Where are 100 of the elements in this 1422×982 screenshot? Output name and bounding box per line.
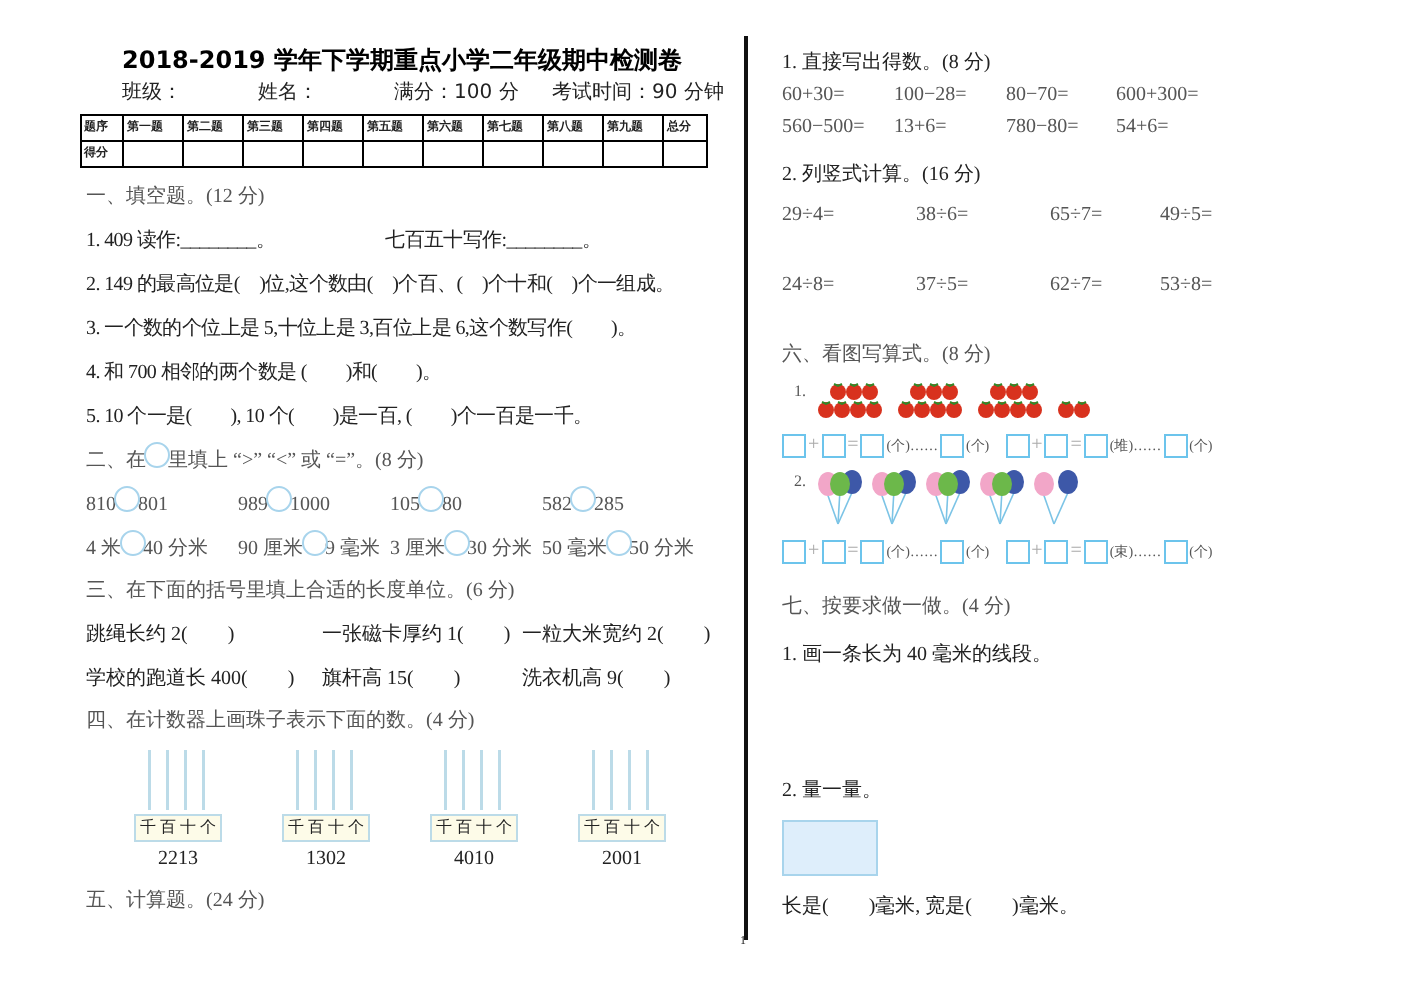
compare-value: 50 分米 [629,537,694,561]
answer-box [1044,434,1069,458]
question-text: 2. 149 的最高位是( )位,这个数由( )个百、( )个十和( )个一组成。 [86,274,675,298]
table-cell [243,141,304,167]
question-text: 2. 量一量。 [782,780,884,804]
plus-sign: + [1031,434,1043,458]
table-cell [363,141,424,167]
compare-value: 50 毫米 [542,537,607,561]
plus-sign: + [1031,540,1043,564]
abacus-rods-drawing [148,750,208,810]
equals-sign: = [1070,434,1082,458]
compare-circle [605,530,631,556]
answer-box [1163,540,1188,564]
compare-value: 80 [442,493,462,517]
place-label: 个 [348,816,364,840]
place-label: 十 [624,816,640,840]
place-label: 千 [288,816,304,840]
place-label: 个 [496,816,512,840]
answer-box [1083,434,1108,458]
calc-expression: 24÷8= [782,274,837,298]
calc-expression: 38÷6= [916,204,971,228]
section-heading: 五、计算题。(24 分) [86,890,267,914]
rectangle-drawing [782,820,878,876]
info-label: 班级： [122,82,184,106]
calc-expression: 780−80= [1006,116,1081,140]
answer-box [860,540,885,564]
place-label: 十 [180,816,196,840]
calc-expression: 49÷5= [1160,204,1215,228]
place-label: 千 [140,816,156,840]
compare-value: 105 [390,493,420,517]
answer-box [939,434,964,458]
answer-box [860,434,885,458]
place-label: 百 [160,816,176,840]
question-text: 1. 409 读作:________。 [86,230,276,254]
compare-circle [266,486,292,512]
answer-box [821,434,846,458]
calc-expression: 600+300= [1116,84,1201,108]
table-cell [663,141,707,167]
place-label: 十 [328,816,344,840]
answer-box [1005,540,1030,564]
section-heading: 二、在 [86,449,146,473]
picture-number: 2. [794,470,806,494]
place-label: 个 [200,816,216,840]
calc-expression: 53÷8= [1160,274,1215,298]
answer-box [1163,434,1188,458]
question-text: 七百五十写作:________。 [385,230,602,254]
question-text: 5. 10 个一是( ), 10 个( )是一百, ( )个一百是一千。 [86,406,593,430]
section-heading: 里填上 “>” “<” 或 “=”。(8 分) [168,449,424,473]
compare-value: 4 米 [86,537,121,561]
compare-circle [418,486,444,512]
compare-value: 90 厘米 [238,537,303,561]
answer-box [1083,540,1108,564]
question-text: 学校的跑道长 400( ) [86,668,297,692]
table-cell [423,141,484,167]
table-cell [603,141,664,167]
place-label: 百 [604,816,620,840]
answer-box [782,434,806,458]
question-heading: 2. 列竖式计算。(16 分) [782,164,983,188]
compare-circle [443,530,469,556]
compare-value: 989 [238,493,268,517]
abacus-number: 2213 [158,848,198,872]
table-cell [123,141,184,167]
abacus-rods-drawing [296,750,356,810]
compare-value: 801 [138,493,168,517]
section-heading: 一、填空题。(12 分) [86,186,267,210]
question-heading: 1. 直接写出得数。(8 分) [782,52,993,76]
place-label: 个 [644,816,660,840]
section-heading: 四、在计数器上画珠子表示下面的数。(4 分) [86,710,477,734]
equals-sign: = [1070,540,1082,564]
calc-expression: 13+6= [894,116,949,140]
info-label: 满分：100 分 [394,82,521,106]
question-text: 3. 一个数的个位上是 5,十位上是 3,百位上是 6,这个数写作( )。 [86,318,637,342]
compare-value: 810 [86,493,116,517]
compare-value: 3 厘米 [390,537,445,561]
answer-box [1044,540,1069,564]
section-heading: 三、在下面的括号里填上合适的长度单位。(6 分) [86,580,517,604]
info-label: 姓名： [258,82,320,106]
question-text: 1. 画一条长为 40 毫米的线段。 [782,644,1054,668]
answer-box [939,540,964,564]
question-text: 跳绳长约 2( ) [86,624,237,648]
place-label: 千 [436,816,452,840]
exam-title: 2018-2019 学年下学期重点小学二年级期中检测卷 [122,48,684,72]
calc-expression: 62÷7= [1050,274,1105,298]
question-text: 洗衣机高 9( ) [522,668,673,692]
answer-box [782,540,806,564]
abacus-rods-drawing [592,750,652,810]
table-cell [303,141,364,167]
plus-sign: + [808,540,820,564]
table-cell [183,141,244,167]
calc-expression: 560−500= [782,116,867,140]
abacus-rods-drawing [444,750,504,810]
abacus-number: 4010 [454,848,494,872]
question-text: 旗杆高 15( ) [322,668,463,692]
info-label: 考试时间：90 分钟 [552,82,724,106]
calc-expression: 29÷4= [782,204,837,228]
place-label: 百 [456,816,472,840]
calc-expression: 54+6= [1116,116,1171,140]
compare-circle [301,530,327,556]
compare-value: 285 [594,493,624,517]
question-text: 4. 和 700 相邻的两个数是 ( )和( )。 [86,362,442,386]
